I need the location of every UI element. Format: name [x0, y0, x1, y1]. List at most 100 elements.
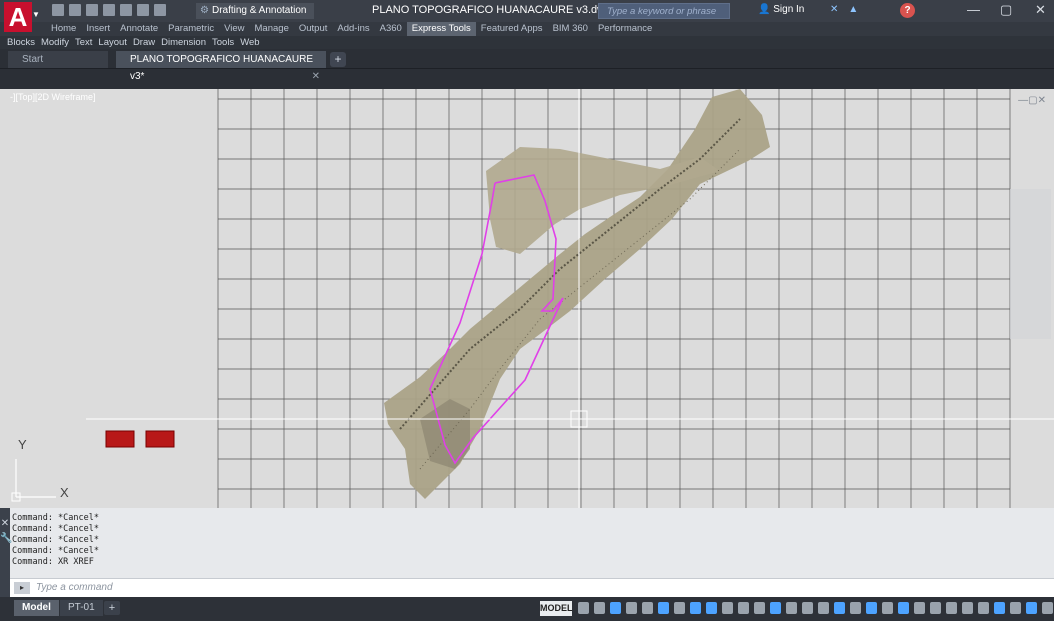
status-toggle-icon[interactable]	[850, 602, 861, 614]
status-toggle-icon[interactable]	[754, 602, 765, 614]
status-toggle-icon[interactable]	[1010, 602, 1021, 614]
menu-blocks[interactable]: Blocks	[4, 36, 38, 49]
open-icon[interactable]	[69, 4, 81, 16]
command-input[interactable]: ▸ Type a command	[10, 578, 1054, 598]
close-icon[interactable]: ✕	[312, 68, 320, 85]
sign-in-button[interactable]: 👤 Sign In	[758, 4, 804, 15]
tab-express-tools[interactable]: Express Tools	[406, 22, 476, 36]
status-toggle-icon[interactable]	[674, 602, 685, 614]
tab-manage[interactable]: Manage	[250, 22, 294, 36]
tab-featured-apps[interactable]: Featured Apps	[476, 22, 548, 36]
exchange-icon[interactable]: ✕	[830, 4, 838, 15]
tab-insert[interactable]: Insert	[81, 22, 115, 36]
redo-icon[interactable]	[154, 4, 166, 16]
menu-dimension[interactable]: Dimension	[158, 36, 209, 49]
new-tab-button[interactable]: +	[330, 52, 346, 67]
chevron-down-icon[interactable]: ▼	[32, 10, 40, 19]
layout-tab-model[interactable]: Model	[14, 600, 59, 616]
status-toggle-icon[interactable]	[722, 602, 733, 614]
a360-icon[interactable]: ▲	[848, 4, 858, 15]
status-toggle-icon[interactable]	[642, 602, 653, 614]
tab-annotate[interactable]: Annotate	[115, 22, 163, 36]
menu-web[interactable]: Web	[237, 36, 262, 49]
menu-text[interactable]: Text	[72, 36, 95, 49]
tab-add-ins[interactable]: Add-ins	[332, 22, 374, 36]
tab-home[interactable]: Home	[46, 22, 81, 36]
tab-view[interactable]: View	[219, 22, 249, 36]
layout-tab-pt-01[interactable]: PT-01	[60, 600, 103, 616]
workspace-selector[interactable]: ⚙ Drafting & Annotation	[196, 3, 314, 19]
quick-access-toolbar	[52, 4, 166, 16]
undo-icon[interactable]	[137, 4, 149, 16]
tab-start-label: Start	[22, 54, 44, 65]
status-toggle-icon[interactable]	[690, 602, 701, 614]
status-toggle-icon[interactable]	[866, 602, 877, 614]
status-toggle-icon[interactable]	[610, 602, 621, 614]
status-toggle-icon[interactable]	[946, 602, 957, 614]
tab-output[interactable]: Output	[294, 22, 333, 36]
command-history-line: Command: *Cancel*	[12, 513, 99, 523]
status-toggle-icon[interactable]	[770, 602, 781, 614]
maximize-icon[interactable]: ▢	[1000, 2, 1012, 18]
status-toggle-icon[interactable]	[706, 602, 717, 614]
status-toggle-icon[interactable]	[834, 602, 845, 614]
application-menu-button[interactable]: A	[4, 2, 32, 32]
status-toggle-icon[interactable]	[962, 602, 973, 614]
command-prompt-icon[interactable]: ▸	[14, 582, 30, 594]
save-as-icon[interactable]	[103, 4, 115, 16]
ribbon-tab-bar: Home Insert Annotate Parametric View Manage Ou…	[0, 22, 1054, 36]
menu-draw[interactable]: Draw	[130, 36, 158, 49]
tab-a360[interactable]: A360	[375, 22, 407, 36]
wrench-icon[interactable]: 🔧	[0, 533, 12, 544]
status-toggle-icon[interactable]	[786, 602, 797, 614]
tab-performance[interactable]: Performance	[593, 22, 657, 36]
status-toggle-icon[interactable]	[818, 602, 829, 614]
title-bar: ⚙ Drafting & Annotation PLANO TOPOGRAFICO…	[0, 0, 1054, 22]
save-icon[interactable]	[86, 4, 98, 16]
command-line-handle[interactable]: ✕ 🔧	[0, 508, 12, 598]
tab-start[interactable]: Start	[8, 51, 108, 68]
file-tab-bar: Start PLANO TOPOGRAFICO HUANACAURE v3* ✕ …	[0, 49, 1054, 82]
status-toggle-icon[interactable]	[802, 602, 813, 614]
block-reference-2[interactable]	[145, 430, 175, 448]
new-layout-button[interactable]: +	[104, 601, 120, 615]
status-toggle-icon[interactable]	[978, 602, 989, 614]
block-reference-1[interactable]	[105, 430, 135, 448]
status-toggle-icon[interactable]	[626, 602, 637, 614]
layout-tab-model-label: Model	[22, 602, 51, 613]
status-toggle-icon[interactable]	[1042, 602, 1053, 614]
tab-document[interactable]: PLANO TOPOGRAFICO HUANACAURE v3* ✕	[116, 51, 326, 82]
close-icon[interactable]: ✕	[0, 508, 10, 529]
menu-modify[interactable]: Modify	[38, 36, 72, 49]
status-toggle-icon[interactable]	[578, 602, 589, 614]
close-icon[interactable]: ✕	[1035, 2, 1046, 18]
status-toggle-icon[interactable]	[994, 602, 1005, 614]
minimize-icon[interactable]: —	[967, 2, 980, 17]
print-icon[interactable]	[120, 4, 132, 16]
menu-tools[interactable]: Tools	[209, 36, 237, 49]
tab-bim-360[interactable]: BIM 360	[548, 22, 593, 36]
status-toggle-icon[interactable]	[930, 602, 941, 614]
gear-icon: ⚙	[200, 5, 209, 16]
viewport-window-controls[interactable]: —▢✕	[1018, 95, 1046, 106]
drawing-canvas[interactable]	[0, 89, 1054, 508]
status-toggle-icon[interactable]	[738, 602, 749, 614]
status-toggle-icon[interactable]	[882, 602, 893, 614]
drawing-viewport[interactable]: -][Top][2D Wireframe] —▢✕ Y X	[0, 89, 1054, 508]
status-toggle-icon[interactable]	[914, 602, 925, 614]
help-icon[interactable]: ?	[900, 3, 915, 18]
window-title: PLANO TOPOGRAFICO HUANACAURE v3.dwg	[372, 4, 612, 16]
status-toggle-icon[interactable]	[898, 602, 909, 614]
tab-parametric[interactable]: Parametric	[163, 22, 219, 36]
status-toggle-icon[interactable]	[1026, 602, 1037, 614]
search-input[interactable]: Type a keyword or phrase	[598, 3, 730, 19]
model-space-toggle[interactable]: MODEL	[540, 601, 573, 616]
layout-tab-pt-01-label: PT-01	[68, 602, 95, 613]
menu-layout[interactable]: Layout	[95, 36, 130, 49]
status-toggle-icon[interactable]	[658, 602, 669, 614]
viewport-controls-label[interactable]: -][Top][2D Wireframe]	[10, 92, 96, 102]
navigation-bar[interactable]	[1010, 189, 1051, 339]
status-toggle-icon[interactable]	[594, 602, 605, 614]
command-history-panel: ✕ 🔧 Command: *Cancel* Command: *Cancel* Co…	[0, 508, 1054, 598]
new-icon[interactable]	[52, 4, 64, 16]
